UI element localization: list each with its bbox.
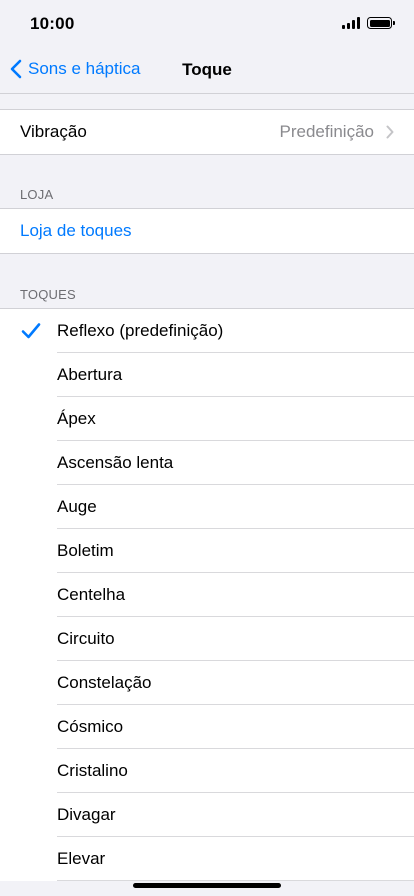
screen: 10:00 Sons e háptica Toque Vibração Pred…: [0, 0, 414, 896]
vibration-label: Vibração: [20, 122, 87, 141]
tone-label: Auge: [57, 497, 97, 516]
tone-item[interactable]: Cósmico: [0, 705, 414, 749]
tone-label: Abertura: [57, 365, 123, 384]
tone-item[interactable]: Ápex: [0, 397, 414, 441]
tone-label: Cósmico: [57, 717, 124, 736]
tone-label: Reflexo (predefinição): [57, 321, 224, 340]
store-section-header: LOJA: [20, 187, 54, 202]
tone-label: Centelha: [57, 585, 126, 604]
checkmark-icon: [21, 323, 41, 339]
tone-label: Ápex: [57, 409, 96, 428]
page-title-text: Toque: [182, 60, 232, 79]
tone-item[interactable]: Boletim: [0, 529, 414, 573]
store-group: Loja de toques: [0, 208, 414, 254]
tone-store-row[interactable]: Loja de toques: [0, 209, 414, 253]
tone-item[interactable]: Reflexo (predefinição): [0, 309, 414, 353]
tones-section-header: TOQUES: [20, 287, 76, 302]
tone-item[interactable]: Ascensão lenta: [0, 441, 414, 485]
cellular-signal-icon: [342, 17, 360, 29]
tone-item[interactable]: Centelha: [0, 573, 414, 617]
vibration-value: Predefinição: [279, 122, 374, 141]
tone-label: Circuito: [57, 629, 115, 648]
navigation-bar: Sons e háptica Toque: [0, 48, 414, 94]
page-title: Toque: [0, 60, 414, 80]
home-indicator[interactable]: [133, 883, 281, 888]
tone-label: Boletim: [57, 541, 114, 560]
tone-label: Ascensão lenta: [57, 453, 174, 472]
tone-label: Cristalino: [57, 761, 128, 780]
status-time: 10:00: [30, 14, 75, 33]
tone-item[interactable]: Auge: [0, 485, 414, 529]
tone-label: Elevar: [57, 849, 106, 868]
tone-item[interactable]: Constelação: [0, 661, 414, 705]
battery-icon: [367, 17, 395, 29]
tone-item[interactable]: Elevar: [0, 837, 414, 881]
tones-list: Reflexo (predefinição) Abertura Ápex Asc…: [0, 308, 414, 881]
chevron-right-icon: [386, 125, 394, 139]
tone-label: Divagar: [57, 805, 116, 824]
tone-store-link[interactable]: Loja de toques: [0, 221, 132, 241]
tone-item[interactable]: Circuito: [0, 617, 414, 661]
tone-item[interactable]: Abertura: [0, 353, 414, 397]
tone-label: Constelação: [57, 673, 152, 692]
tone-item[interactable]: Cristalino: [0, 749, 414, 793]
vibration-row[interactable]: Vibração Predefinição: [0, 110, 414, 154]
status-bar: 10:00: [0, 0, 414, 48]
vibration-group: Vibração Predefinição: [0, 109, 414, 155]
status-icons: [342, 17, 395, 29]
tone-item[interactable]: Divagar: [0, 793, 414, 837]
